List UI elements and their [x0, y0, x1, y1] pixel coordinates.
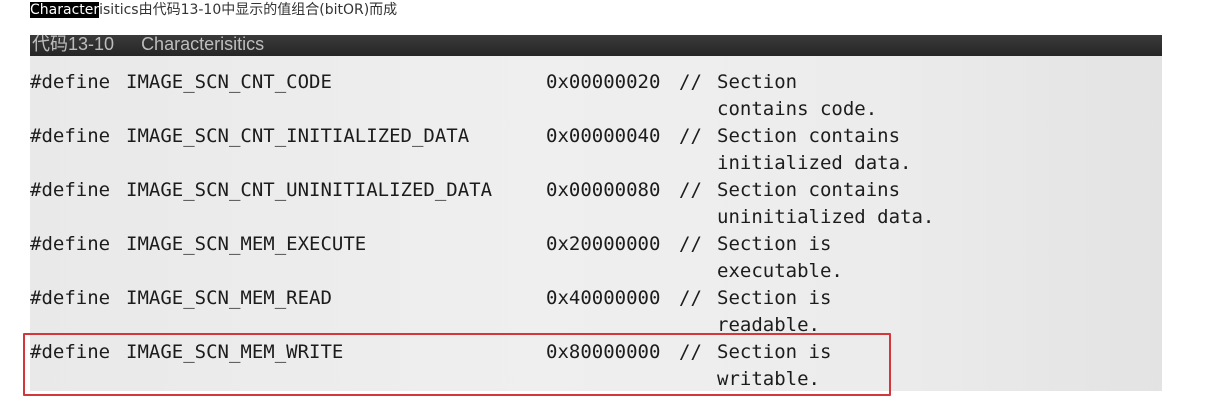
define-keyword: #define — [30, 179, 111, 201]
constant-value: 0x20000000 — [546, 233, 661, 255]
comment-text: Section is — [717, 341, 832, 363]
constant-value: 0x80000000 — [546, 341, 661, 363]
intro-rest-text: isitics由代码13-10中显示的值组合(bitOR)而成 — [99, 2, 398, 18]
constant-value: 0x00000040 — [546, 125, 661, 147]
constant-name: IMAGE_SCN_CNT_UNINITIALIZED_DATA — [126, 179, 493, 201]
code-listing: 代码13-10 Characterisitics #define IMAGE_S… — [30, 35, 1162, 391]
comment-text: Section contains — [717, 125, 901, 147]
comment-text-continued: initialized data. — [717, 152, 912, 174]
code-row: #define IMAGE_SCN_CNT_INITIALIZED_DATA 0… — [30, 123, 1162, 177]
constant-name: IMAGE_SCN_CNT_CODE — [126, 71, 332, 93]
code-row: #define IMAGE_SCN_MEM_READ 0x40000000 //… — [30, 285, 1162, 339]
code-row: #define IMAGE_SCN_MEM_WRITE 0x80000000 /… — [30, 339, 1162, 393]
comment-marker: // — [679, 71, 702, 93]
code-row: #define IMAGE_SCN_MEM_EXECUTE 0x20000000… — [30, 231, 1162, 285]
constant-value: 0x00000020 — [546, 71, 661, 93]
comment-text-continued: uninitialized data. — [717, 206, 935, 228]
constant-name: IMAGE_SCN_MEM_WRITE — [126, 341, 344, 363]
code-row: #define IMAGE_SCN_CNT_CODE 0x00000020 //… — [30, 69, 1162, 123]
comment-text-continued: contains code. — [717, 98, 878, 120]
comment-text-continued: writable. — [717, 368, 820, 390]
listing-number: 代码13-10 — [32, 34, 115, 54]
constant-name: IMAGE_SCN_MEM_READ — [126, 287, 332, 309]
define-keyword: #define — [30, 341, 111, 363]
constant-value: 0x00000080 — [546, 179, 661, 201]
comment-text: Section is — [717, 233, 832, 255]
comment-marker: // — [679, 125, 702, 147]
intro-highlighted-text: Character — [30, 2, 100, 18]
comment-text-continued: executable. — [717, 260, 843, 282]
define-keyword: #define — [30, 233, 111, 255]
comment-marker: // — [679, 179, 702, 201]
code-block: #define IMAGE_SCN_CNT_CODE 0x00000020 //… — [30, 69, 1162, 393]
comment-marker: // — [679, 233, 702, 255]
comment-text: Section contains — [717, 179, 901, 201]
constant-name: IMAGE_SCN_MEM_EXECUTE — [126, 233, 367, 255]
comment-text: Section is — [717, 287, 832, 309]
constant-name: IMAGE_SCN_CNT_INITIALIZED_DATA — [126, 125, 470, 147]
code-row: #define IMAGE_SCN_CNT_UNINITIALIZED_DATA… — [30, 177, 1162, 231]
comment-marker: // — [679, 287, 702, 309]
listing-title: Characterisitics — [141, 34, 265, 54]
comment-marker: // — [679, 341, 702, 363]
intro-text: Characterisitics由代码13-10中显示的值组合(bitOR)而成 — [30, 0, 397, 22]
define-keyword: #define — [30, 287, 111, 309]
define-keyword: #define — [30, 71, 111, 93]
listing-header: 代码13-10 Characterisitics — [30, 35, 1162, 56]
comment-text-continued: readable. — [717, 314, 820, 336]
comment-text: Section — [717, 71, 798, 93]
constant-value: 0x40000000 — [546, 287, 661, 309]
define-keyword: #define — [30, 125, 111, 147]
